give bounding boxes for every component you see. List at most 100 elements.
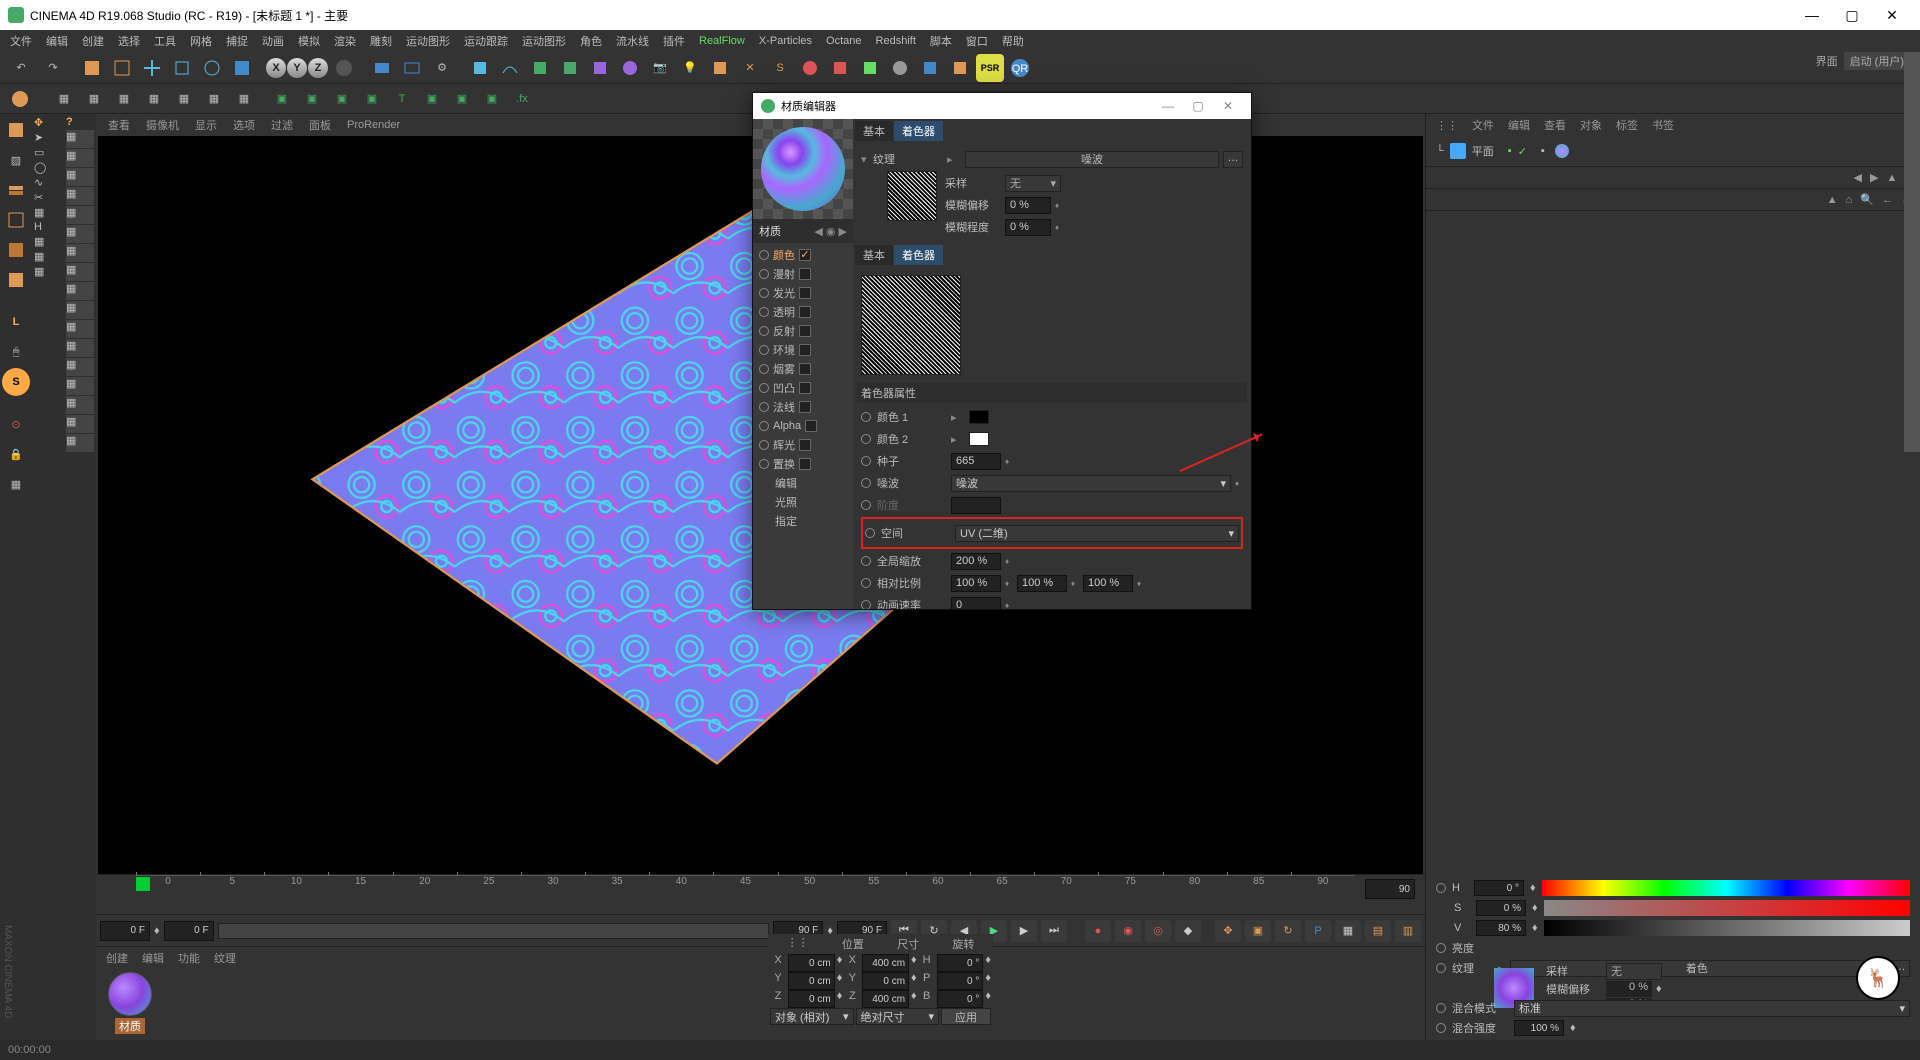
keyall-button[interactable]: ◎ <box>1145 920 1171 942</box>
grid-p[interactable]: ▦ <box>66 415 94 433</box>
st-cube2[interactable]: ▣ <box>298 85 326 113</box>
camera-icon[interactable]: 📷 <box>646 54 674 82</box>
scale-key-icon[interactable]: ▣ <box>1245 920 1271 942</box>
main-toolbar[interactable]: ↶ ↷ XYZ ⚙ 📷 💡 ✕ S PSR QR <box>0 52 1920 84</box>
material-manager-menubar[interactable]: 创建 编辑 功能 纹理 <box>96 946 1425 968</box>
render-icon[interactable] <box>368 54 396 82</box>
st-cube5[interactable]: ▣ <box>418 85 446 113</box>
me-minimize[interactable]: — <box>1153 99 1183 113</box>
menu-help[interactable]: 帮助 <box>1002 33 1024 49</box>
axis-lock[interactable]: XYZ <box>266 58 328 78</box>
st-c[interactable]: ▦ <box>110 85 138 113</box>
plane-object-label[interactable]: 平面 <box>1472 143 1494 159</box>
range-start[interactable] <box>100 921 150 941</box>
grid-g[interactable]: ▦ <box>66 244 94 262</box>
grid4-icon[interactable]: ▦ <box>34 265 62 278</box>
apply-button[interactable]: 应用 <box>941 1008 991 1025</box>
grid-a[interactable]: ▦ <box>66 130 94 148</box>
tag2-icon[interactable] <box>826 54 854 82</box>
menu-render[interactable]: 渲染 <box>334 33 356 49</box>
rotate-tool-icon[interactable] <box>198 54 226 82</box>
side-docker[interactable] <box>1904 52 1920 452</box>
color-checkbox[interactable]: ✓ <box>799 249 811 261</box>
object-tree[interactable]: └ 平面 ▪✓ ▪ <box>1426 136 1920 166</box>
render-settings-icon[interactable]: ⚙ <box>428 54 456 82</box>
texture-picker[interactable]: 噪波 <box>965 151 1219 168</box>
object-manager-menubar[interactable]: ⋮⋮ 文件 编辑 查看 对象 标签 书签 <box>1426 114 1920 136</box>
blend-strength-input[interactable]: 100 % <box>1514 1020 1564 1036</box>
mouse-icon[interactable]: 🖱 <box>2 338 30 366</box>
pla-key-icon[interactable]: ▦ <box>1335 920 1361 942</box>
timeline[interactable]: 0510 152025 303540 455055 606570 758085 … <box>96 874 1425 914</box>
grid-l[interactable]: ▦ <box>66 339 94 357</box>
grid-h[interactable]: ▦ <box>66 263 94 281</box>
noise-type-dropdown[interactable]: 噪波▾ <box>951 475 1231 492</box>
h-icon[interactable]: H <box>34 221 62 233</box>
menu-track[interactable]: 运动跟踪 <box>464 33 508 49</box>
left-tool-column-1[interactable]: ▨ L 🖱 S ⊙ 🔒 ▦ <box>0 114 32 1040</box>
hue-slider[interactable] <box>1542 880 1910 896</box>
nav-up-icon[interactable]: ▲ <box>1886 172 1897 184</box>
sat-slider[interactable] <box>1544 900 1910 916</box>
menu-snap[interactable]: 捕捉 <box>226 33 248 49</box>
st-e[interactable]: ▦ <box>170 85 198 113</box>
redo-button[interactable]: ↷ <box>38 53 68 83</box>
menu-plugins[interactable]: 插件 <box>663 33 685 49</box>
qr-icon[interactable]: QR <box>1006 54 1034 82</box>
global-scale-input[interactable]: 200 % <box>951 553 1001 570</box>
channel-list[interactable]: 颜色✓ 漫射 发光 透明 反射 环境 烟雾 凹凸 法线 Alpha 辉光 置换 … <box>753 243 853 609</box>
seed-input[interactable]: 665 <box>951 453 1001 470</box>
grid-n[interactable]: ▦ <box>66 377 94 395</box>
menu-file[interactable]: 文件 <box>10 33 32 49</box>
recent-tool-icon[interactable] <box>228 54 256 82</box>
next-frame-button[interactable]: ▶ <box>1011 920 1037 942</box>
deformer-icon[interactable] <box>586 54 614 82</box>
move-tool-icon[interactable] <box>138 54 166 82</box>
playback-bar[interactable]: ♦ ♦ ⏮ ↻ ◀ ▶ ▶ ⏭ ● ◉ ◎ ◆ ✥ ▣ ↻ P ▦ ▤ ▥ <box>96 914 1425 946</box>
tag6-icon[interactable] <box>946 54 974 82</box>
color2-swatch[interactable] <box>969 432 989 446</box>
material-slot[interactable]: 材质 <box>100 972 160 1034</box>
minimize-button[interactable]: — <box>1792 0 1832 30</box>
arrow-icon[interactable]: ➤ <box>34 131 62 144</box>
menubar[interactable]: 文件 编辑 创建 选择 工具 网格 捕捉 动画 模拟 渲染 雕刻 运动图形 运动… <box>0 30 1920 52</box>
grid-i[interactable]: ▦ <box>66 282 94 300</box>
live-select-icon[interactable] <box>78 54 106 82</box>
plane-icon[interactable]: ▦ <box>2 470 30 498</box>
box1-icon[interactable] <box>2 206 30 234</box>
blend-mode-dropdown[interactable]: 标准▾ <box>1514 1000 1910 1017</box>
mat-nav-icons[interactable]: ◀ ◉ ▶ <box>814 225 847 238</box>
menu-mesh[interactable]: 网格 <box>190 33 212 49</box>
grid1-icon[interactable]: ▦ <box>34 206 62 219</box>
render-region-icon[interactable] <box>398 54 426 82</box>
rect-icon[interactable]: ▭ <box>34 146 62 159</box>
environment-icon[interactable] <box>616 54 644 82</box>
left-tool-column-3[interactable]: ? ▦ ▦ ▦ ▦ ▦ ▦ ▦ ▦ ▦ ▦ ▦ ▦ ▦ ▦ ▦ ▦ ▦ <box>64 114 96 1040</box>
st-f[interactable]: ▦ <box>200 85 228 113</box>
grid-e[interactable]: ▦ <box>66 206 94 224</box>
menu-octane[interactable]: Octane <box>826 35 861 47</box>
coord-mode-dropdown[interactable]: 对象 (相对)▾ <box>770 1008 854 1025</box>
nav-next-icon[interactable]: ▶ <box>1870 171 1878 184</box>
st-d[interactable]: ▦ <box>140 85 168 113</box>
nav-up2-icon[interactable]: ▲ <box>1827 194 1838 206</box>
val-slider[interactable] <box>1544 920 1910 936</box>
tag3-icon[interactable] <box>856 54 884 82</box>
nurbs-icon[interactable] <box>526 54 554 82</box>
sat-input[interactable]: 0 % <box>1476 900 1526 916</box>
st-cube6[interactable]: ▣ <box>448 85 476 113</box>
nav-home2-icon[interactable]: ⌂ <box>1846 194 1853 206</box>
sample-dropdown[interactable]: 无▾ <box>1005 175 1061 192</box>
opt1-icon[interactable]: ▤ <box>1365 920 1391 942</box>
shader-tab[interactable]: 着色器 <box>894 121 943 141</box>
psr-icon[interactable]: PSR <box>976 54 1004 82</box>
tag5-icon[interactable] <box>916 54 944 82</box>
sound-icon[interactable]: S <box>766 54 794 82</box>
grid3-icon[interactable]: ▦ <box>34 250 62 263</box>
val-input[interactable]: 80 % <box>1476 920 1526 936</box>
space-dropdown[interactable]: UV (二维)▾ <box>955 525 1239 542</box>
menu-anim[interactable]: 动画 <box>262 33 284 49</box>
goto-end-button[interactable]: ⏭ <box>1041 920 1067 942</box>
st-text[interactable]: T <box>388 85 416 113</box>
attribute-manager[interactable]: ▲ ⌂ 🔍 ←→ H 0 °♦ S 0 %♦ <box>1426 188 1920 1040</box>
